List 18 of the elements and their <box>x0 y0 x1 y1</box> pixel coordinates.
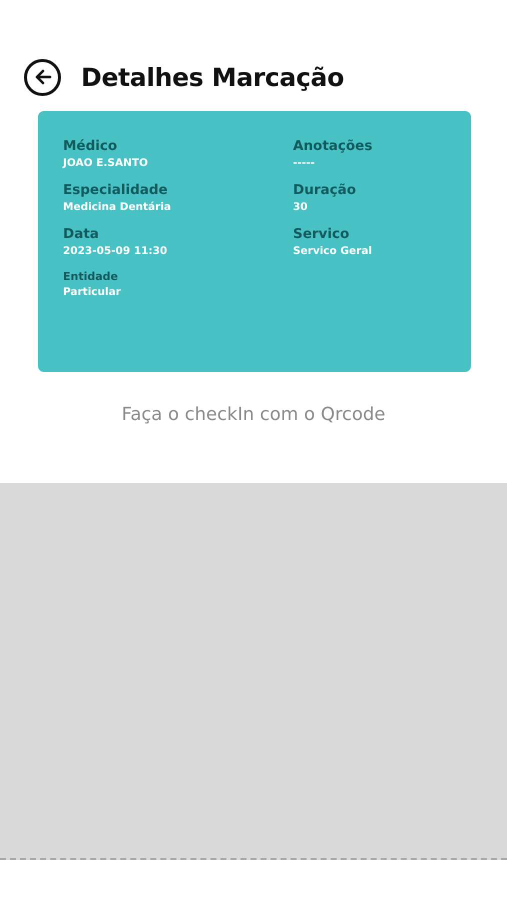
page-title: Detalhes Marcação <box>81 62 344 92</box>
back-button[interactable] <box>24 58 61 96</box>
field-label: Médico <box>63 138 118 154</box>
field-label: Data <box>63 226 100 242</box>
field-value: 30 <box>293 201 309 213</box>
checkin-instruction: Faça o checkIn com o Qrcode <box>120 404 386 425</box>
field-value: Medicina Dentária <box>63 201 172 213</box>
field-value: 2023-05-09 11:30 <box>63 245 168 257</box>
field-value: Particular <box>63 286 122 298</box>
field-value: ----- <box>293 157 316 169</box>
back-arrow-icon <box>34 68 52 86</box>
field-label: Especialidade <box>63 182 169 198</box>
field-value: JOAO E.SANTO <box>63 157 149 169</box>
field-label: Anotações <box>293 138 374 154</box>
field-label: Servico <box>293 226 350 242</box>
field-label: Duração <box>293 182 357 198</box>
field-label: Entidade <box>63 270 120 283</box>
field-value: Servico Geral <box>293 245 374 257</box>
